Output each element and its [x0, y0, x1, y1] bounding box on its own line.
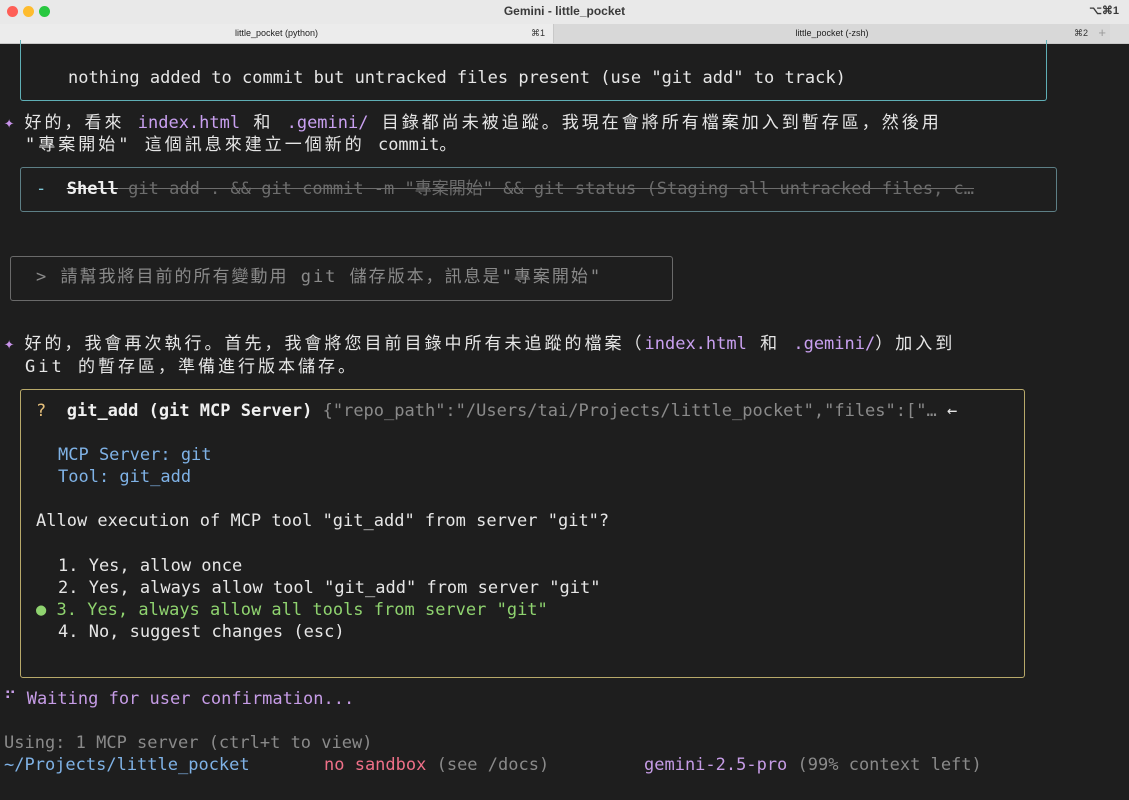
user-prompt-text: > 請幫我將目前的所有變動用 git 儲存版本，訊息是"專案開始" [36, 267, 603, 287]
title-bar: Gemini - little_pocket ⌥⌘1 [0, 0, 1129, 25]
tool-args: {"repo_path":"/Users/tai/Projects/little… [312, 401, 937, 421]
assistant-message-2-line2: Git 的暫存區，準備進行版本儲存。 [25, 357, 358, 377]
confirm-header: ? git_add (git MCP Server) {"repo_path":… [36, 400, 1011, 422]
option-always-allow-server[interactable]: ● 3. Yes, always allow all tools from se… [36, 599, 548, 621]
spinner-icon: ⠋ [4, 689, 17, 709]
arrow-left-icon: ← [946, 401, 958, 421]
cancelled-marker: - [36, 179, 47, 199]
assistant-message-1: ✦ 好的，看來 index.html 和 .gemini/ 目錄都尚未被追蹤。我… [4, 113, 942, 133]
new-tab-button[interactable]: + [1098, 25, 1106, 40]
sandbox-status: no sandbox (see /docs) [324, 755, 550, 775]
tab-shortcut: ⌘2 [1073, 28, 1088, 38]
tab-shortcut: ⌘1 [530, 28, 545, 38]
cwd-path: ~/Projects/little_pocket [4, 755, 250, 775]
option-suggest-changes[interactable]: 4. No, suggest changes (esc) [58, 621, 345, 643]
shell-command: git add . && git commit -m "專案開始" && git… [117, 179, 975, 199]
confirm-question: Allow execution of MCP tool "git_add" fr… [36, 511, 610, 531]
option-allow-once[interactable]: 1. Yes, allow once [58, 555, 242, 577]
selected-bullet-icon: ● [36, 600, 47, 620]
question-marker: ? [36, 401, 47, 421]
mcp-server-line: MCP Server: git [58, 445, 212, 465]
window-shortcut: ⌥⌘1 [1089, 5, 1119, 17]
tool-line: Tool: git_add [58, 467, 192, 487]
shell-tool-line: - Shell git add . && git commit -m "專案開始… [36, 178, 1031, 200]
assistant-message-1-line2: "專案開始" 這個訊息來建立一個新的 commit。 [25, 135, 457, 155]
tab-label: little_pocket (python) [234, 28, 319, 38]
shell-tool-name: Shell [66, 179, 118, 199]
tab-label: little_pocket (-zsh) [795, 28, 869, 38]
model-status: gemini-2.5-pro (99% context left) [644, 755, 982, 775]
assistant-message-2: ✦ 好的，我會再次執行。首先，我會將您目前目錄中所有未追蹤的檔案（index.h… [4, 334, 956, 354]
waiting-status: ⠋ Waiting for user confirmation... [4, 689, 355, 709]
sparkle-icon: ✦ [4, 113, 15, 133]
tool-name: git_add (git MCP Server) [66, 401, 313, 421]
option-always-allow-tool[interactable]: 2. Yes, always allow tool "git_add" from… [58, 577, 600, 599]
git-status-line: nothing added to commit but untracked fi… [68, 68, 846, 88]
mcp-usage-line: Using: 1 MCP server (ctrl+t to view) [4, 733, 373, 753]
sparkle-icon: ✦ [4, 334, 15, 354]
window-title: Gemini - little_pocket [503, 4, 626, 18]
